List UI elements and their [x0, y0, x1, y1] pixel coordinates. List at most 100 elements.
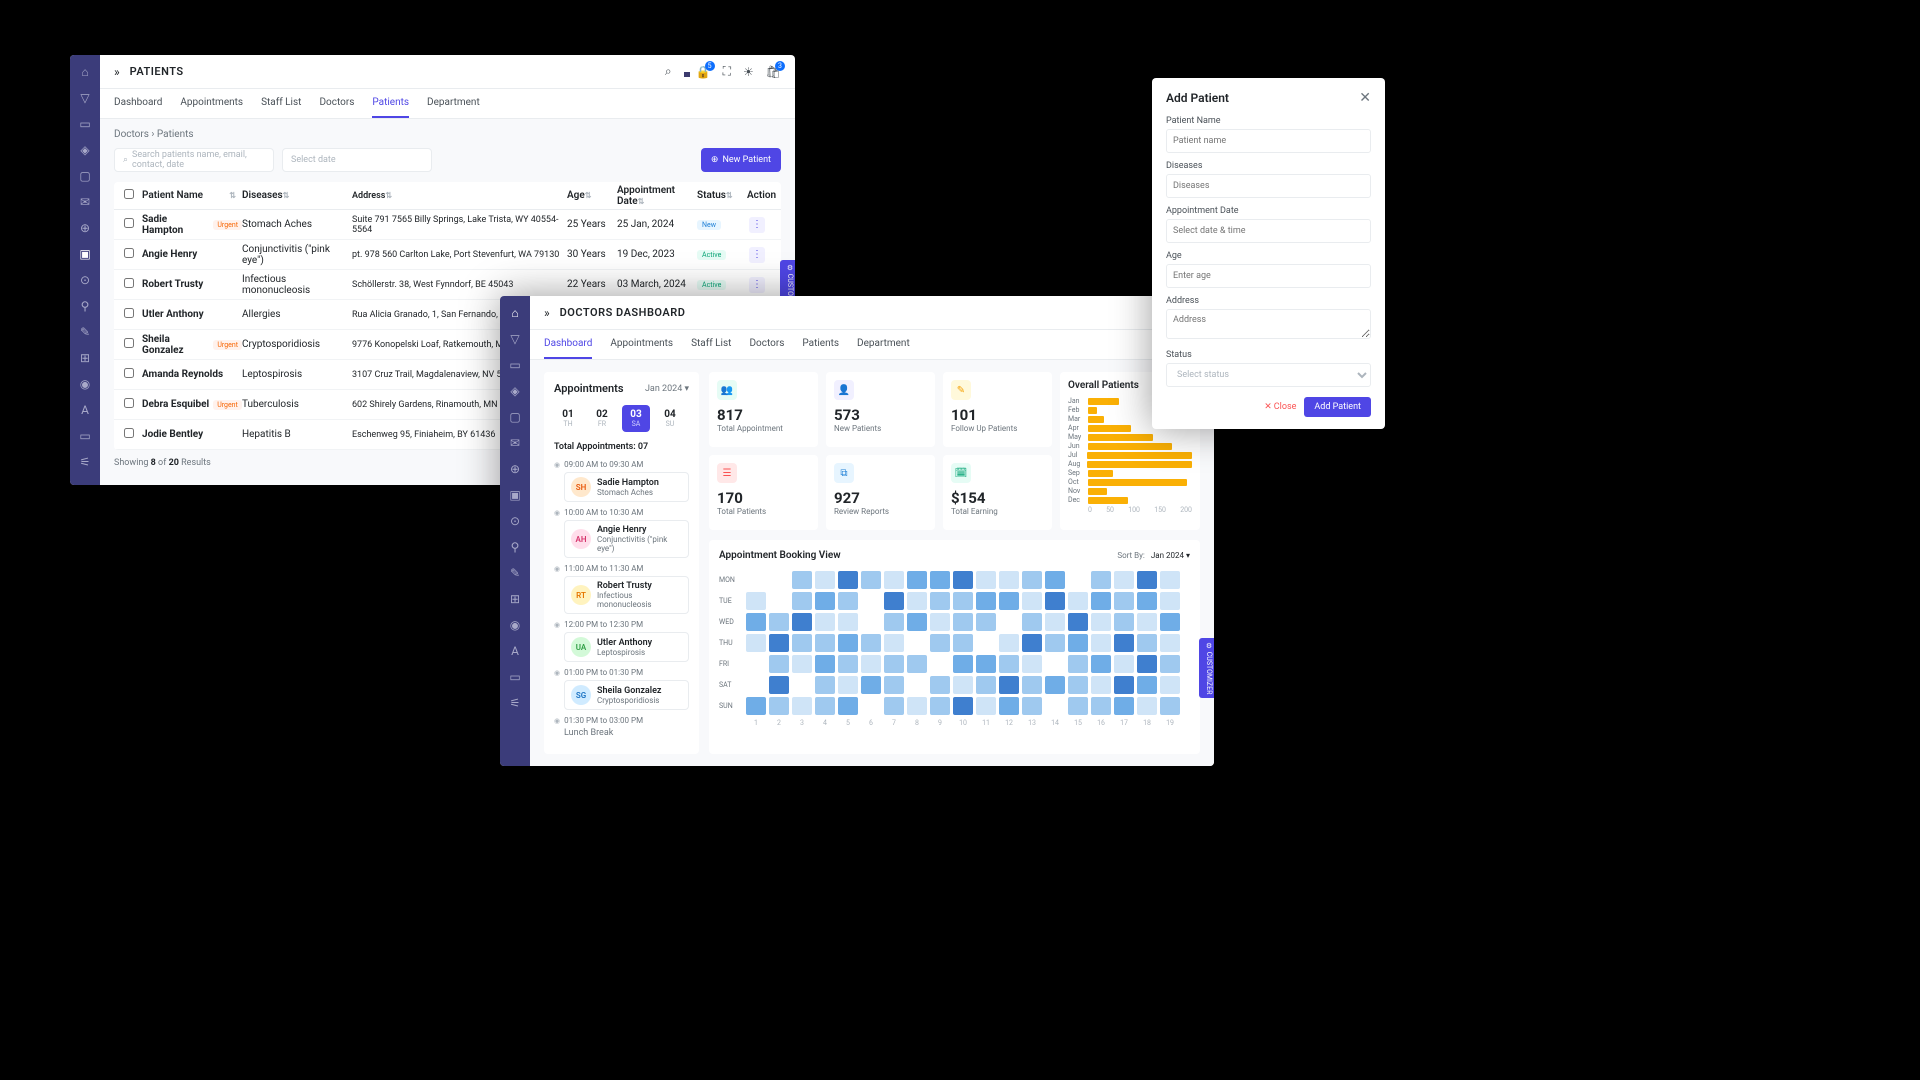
sidebar-mail-icon[interactable]: ✉ — [78, 195, 92, 209]
heatmap-cell[interactable] — [1114, 634, 1134, 652]
heatmap-cell[interactable] — [1022, 634, 1042, 652]
sidebar-edit-icon[interactable]: ✎ — [510, 566, 520, 580]
heatmap-cell[interactable] — [1160, 592, 1180, 610]
sidebar-calendar-icon[interactable]: ▭ — [509, 358, 520, 372]
heatmap-cell[interactable] — [1045, 571, 1065, 589]
appointment-card[interactable]: AHAngie HenryConjunctivitis ("pink eye") — [564, 520, 689, 558]
heatmap-cell[interactable] — [1068, 592, 1088, 610]
heatmap-cell[interactable] — [1160, 655, 1180, 673]
heatmap-cell[interactable] — [1137, 571, 1157, 589]
heatmap-cell[interactable] — [907, 676, 927, 694]
sidebar-home-icon[interactable]: ⌂ — [78, 65, 92, 79]
sidebar-map-icon[interactable]: ◉ — [510, 618, 520, 632]
date-input[interactable]: Select date — [282, 148, 432, 172]
heatmap-cell[interactable] — [769, 613, 789, 631]
date-option[interactable]: 04SU — [656, 405, 684, 432]
heatmap-cell[interactable] — [792, 592, 812, 610]
heatmap-cell[interactable] — [769, 676, 789, 694]
heatmap-cell[interactable] — [1045, 697, 1065, 715]
row-checkbox[interactable] — [124, 428, 134, 438]
heatmap-cell[interactable] — [976, 592, 996, 610]
sidebar-link-icon[interactable]: ⚲ — [78, 299, 92, 313]
heatmap-cell[interactable] — [1160, 676, 1180, 694]
patient-name-input[interactable] — [1166, 129, 1371, 153]
fullscreen-icon[interactable]: ⛶ — [723, 64, 731, 79]
sidebar-link-icon[interactable]: ⚲ — [511, 540, 520, 554]
heatmap-cell[interactable] — [861, 613, 881, 631]
tab-staff-list[interactable]: Staff List — [691, 330, 731, 359]
heatmap-cell[interactable] — [769, 592, 789, 610]
sidebar-globe-icon[interactable]: ⊕ — [78, 221, 92, 235]
heatmap-cell[interactable] — [1114, 613, 1134, 631]
sidebar-bookmark-icon[interactable]: ▢ — [509, 410, 520, 424]
heatmap-cell[interactable] — [953, 697, 973, 715]
date-option[interactable]: 01TH — [554, 405, 582, 432]
heatmap-cell[interactable] — [999, 697, 1019, 715]
heatmap-cell[interactable] — [953, 676, 973, 694]
heatmap-cell[interactable] — [1114, 592, 1134, 610]
heatmap-cell[interactable] — [815, 613, 835, 631]
heatmap-cell[interactable] — [1045, 676, 1065, 694]
heatmap-cell[interactable] — [884, 613, 904, 631]
sidebar-grid-icon[interactable]: ⊞ — [510, 592, 520, 606]
sidebar-font-icon[interactable]: A — [511, 644, 519, 658]
heatmap-cell[interactable] — [999, 613, 1019, 631]
menu-toggle-icon[interactable]: » — [114, 65, 120, 79]
heatmap-cell[interactable] — [953, 592, 973, 610]
heatmap-cell[interactable] — [769, 655, 789, 673]
heatmap-cell[interactable] — [746, 571, 766, 589]
sidebar-filter-icon[interactable]: ▽ — [78, 91, 92, 105]
heatmap-cell[interactable] — [769, 697, 789, 715]
heatmap-cell[interactable] — [838, 697, 858, 715]
sidebar-patients-icon[interactable]: ▣ — [78, 247, 92, 261]
sidebar-globe-icon[interactable]: ⊕ — [510, 462, 520, 476]
heatmap-cell[interactable] — [1114, 697, 1134, 715]
sidebar-share-icon[interactable]: ⚟ — [78, 455, 92, 469]
sidebar-gear-icon[interactable]: ⊙ — [510, 514, 520, 528]
tab-doctors[interactable]: Doctors — [319, 89, 354, 118]
heatmap-cell[interactable] — [1022, 571, 1042, 589]
heatmap-cell[interactable] — [861, 571, 881, 589]
heatmap-cell[interactable] — [976, 571, 996, 589]
heatmap-cell[interactable] — [1137, 613, 1157, 631]
heatmap-cell[interactable] — [976, 655, 996, 673]
tab-department[interactable]: Department — [427, 89, 480, 118]
sidebar-doc-icon[interactable]: ◈ — [78, 143, 92, 157]
sidebar-font-icon[interactable]: A — [78, 403, 92, 417]
customizer-tab[interactable]: ⚙ CUSTOMIZER — [1199, 638, 1214, 698]
heatmap-cell[interactable] — [953, 613, 973, 631]
heatmap-cell[interactable] — [1160, 697, 1180, 715]
heatmap-cell[interactable] — [815, 697, 835, 715]
sidebar-grid-icon[interactable]: ⊞ — [78, 351, 92, 365]
heatmap-cell[interactable] — [1091, 655, 1111, 673]
heatmap-cell[interactable] — [1160, 634, 1180, 652]
row-actions-button[interactable]: ⋮ — [749, 277, 765, 293]
heatmap-cell[interactable] — [930, 676, 950, 694]
heatmap-cell[interactable] — [746, 634, 766, 652]
heatmap-cell[interactable] — [1160, 613, 1180, 631]
sidebar-home-icon[interactable]: ⌂ — [511, 306, 518, 320]
heatmap-cell[interactable] — [930, 592, 950, 610]
heatmap-cell[interactable] — [930, 571, 950, 589]
heatmap-cell[interactable] — [1114, 571, 1134, 589]
tab-doctors[interactable]: Doctors — [749, 330, 784, 359]
heatmap-cell[interactable] — [1068, 571, 1088, 589]
sidebar-card-icon[interactable]: ▭ — [509, 670, 520, 684]
add-patient-button[interactable]: Add Patient — [1304, 397, 1371, 417]
heatmap-cell[interactable] — [1114, 676, 1134, 694]
customizer-tab[interactable]: ⚙ CUSTO — [780, 260, 795, 300]
heatmap-cell[interactable] — [792, 697, 812, 715]
heatmap-cell[interactable] — [953, 634, 973, 652]
heatmap-cell[interactable] — [1091, 613, 1111, 631]
sort-icon[interactable]: ⇅ — [283, 191, 290, 200]
appointment-date-input[interactable] — [1166, 219, 1371, 243]
heatmap-cell[interactable] — [999, 571, 1019, 589]
heatmap-cell[interactable] — [769, 634, 789, 652]
heatmap-cell[interactable] — [1091, 634, 1111, 652]
sidebar-share-icon[interactable]: ⚟ — [510, 696, 521, 710]
heatmap-cell[interactable] — [861, 592, 881, 610]
heatmap-cell[interactable] — [1022, 613, 1042, 631]
appointment-card[interactable]: UAUtler AnthonyLeptospirosis — [564, 632, 689, 662]
heatmap-cell[interactable] — [999, 592, 1019, 610]
heatmap-cell[interactable] — [861, 634, 881, 652]
